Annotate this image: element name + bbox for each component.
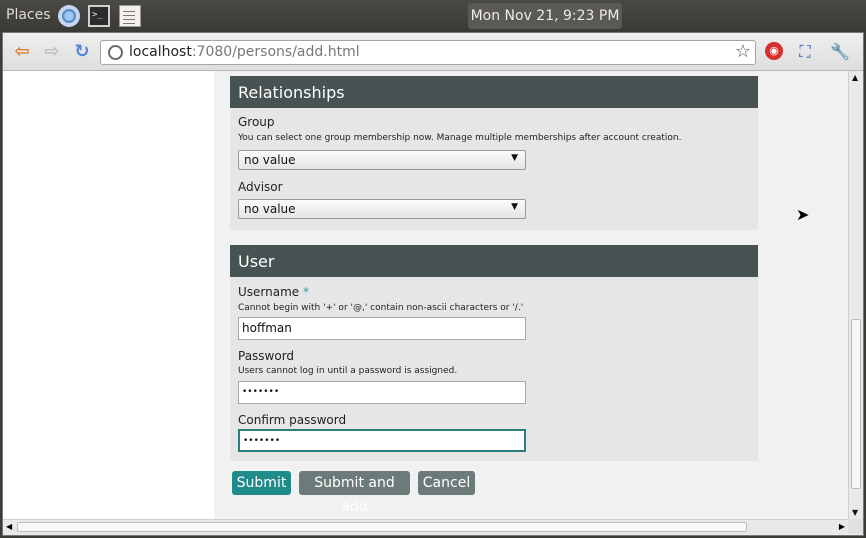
- places-menu[interactable]: Places: [6, 7, 51, 23]
- reload-icon[interactable]: ↻: [71, 41, 93, 63]
- username-label: Username *: [238, 285, 309, 299]
- submit-button[interactable]: Submit: [232, 471, 291, 495]
- scroll-left-arrow-icon[interactable]: ◀: [6, 522, 12, 531]
- password-label: Password: [238, 349, 295, 363]
- extension-red-icon[interactable]: ◉: [765, 42, 783, 60]
- group-select-value: no value: [244, 153, 296, 167]
- advisor-select-value: no value: [244, 202, 296, 216]
- username-field[interactable]: hoffman: [238, 317, 526, 340]
- vertical-scroll-thumb[interactable]: [851, 319, 861, 489]
- bookmark-star-icon[interactable]: ☆: [735, 41, 751, 62]
- horizontal-scroll-thumb[interactable]: [17, 522, 747, 532]
- url-host: localhost: [129, 44, 192, 60]
- scroll-right-arrow-icon[interactable]: ▶: [839, 522, 845, 531]
- globe-icon: [108, 45, 123, 60]
- wrench-icon[interactable]: 🔧: [829, 41, 851, 63]
- required-mark: *: [303, 285, 309, 299]
- dropdown-arrow-icon: ▼: [511, 202, 518, 212]
- address-bar[interactable]: localhost:7080/persons/add.html ☆: [100, 40, 756, 65]
- advisor-label: Advisor: [238, 180, 283, 194]
- group-label: Group: [238, 115, 275, 129]
- scroll-down-arrow-icon[interactable]: ▼: [852, 508, 858, 517]
- forward-arrow-icon[interactable]: ⇨: [41, 41, 63, 63]
- top-panel: Places >_ Mon Nov 21, 9:23 PM: [0, 0, 866, 32]
- clock[interactable]: Mon Nov 21, 9:23 PM: [468, 3, 622, 29]
- page-viewport: Relationships Group You can select one g…: [3, 71, 848, 519]
- scroll-up-arrow-icon[interactable]: ▲: [852, 73, 858, 82]
- vertical-scrollbar[interactable]: ▲ ▼: [848, 71, 863, 519]
- left-column: [3, 71, 214, 519]
- dropdown-arrow-icon: ▼: [511, 153, 518, 163]
- window-maximize-icon[interactable]: ⛶: [794, 41, 816, 63]
- section-title: Relationships: [230, 76, 758, 108]
- browser-window: ⇦ ⇨ ↻ localhost:7080/persons/add.html ☆ …: [2, 32, 864, 536]
- user-section: User Username * Cannot begin with '+' or…: [230, 245, 758, 461]
- confirm-password-label: Confirm password: [238, 413, 347, 427]
- password-help: Users cannot log in until a password is …: [238, 366, 458, 376]
- section-title: User: [230, 245, 758, 277]
- password-field[interactable]: •••••••: [238, 381, 526, 404]
- cancel-button[interactable]: Cancel: [418, 471, 475, 495]
- advisor-select[interactable]: no value ▼: [238, 199, 526, 219]
- username-help: Cannot begin with '+' or '@,' contain no…: [238, 303, 524, 313]
- scrollbar-corner: [848, 519, 863, 534]
- browser-toolbar: ⇦ ⇨ ↻ localhost:7080/persons/add.html ☆ …: [3, 33, 863, 71]
- username-label-text: Username: [238, 285, 300, 299]
- terminal-icon[interactable]: >_: [88, 5, 110, 27]
- back-arrow-icon[interactable]: ⇦: [11, 41, 33, 63]
- url-text[interactable]: localhost:7080/persons/add.html: [129, 44, 360, 60]
- mouse-pointer-icon: ➤: [796, 205, 810, 224]
- horizontal-scrollbar[interactable]: ◀ ▶: [3, 519, 848, 534]
- chrome-icon[interactable]: [58, 5, 80, 27]
- url-path: :7080/persons/add.html: [191, 44, 360, 60]
- text-editor-icon[interactable]: [119, 5, 141, 27]
- submit-and-add-button[interactable]: Submit and add: [299, 471, 410, 515]
- group-help: You can select one group membership now.…: [238, 133, 682, 143]
- confirm-password-field[interactable]: •••••••: [238, 429, 526, 452]
- group-select[interactable]: no value ▼: [238, 150, 526, 170]
- relationships-section: Relationships Group You can select one g…: [230, 76, 758, 230]
